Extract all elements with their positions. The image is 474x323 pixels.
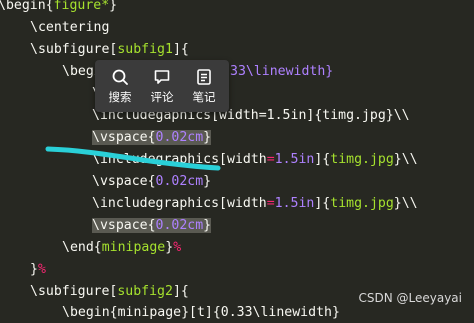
code-token: \subfigure [30, 42, 110, 57]
code-token: minipage [101, 240, 166, 255]
code-token: 0.02cm [155, 218, 204, 233]
watermark: CSDN @Leeyayai [358, 291, 462, 305]
code-token: ]{ [314, 196, 331, 211]
code-line: \includegraphics[width=1.5in]{timg.jpg}\… [92, 194, 418, 214]
code-token: } [203, 174, 212, 189]
search-icon [112, 69, 128, 85]
code-token: { [93, 240, 102, 255]
code-token: \begin [0, 0, 46, 13]
code-token: \vspace [92, 218, 148, 233]
code-line: \begin{minipage}[t]{0.33\linewidth} [62, 303, 340, 323]
notes-button[interactable]: 笔记 [184, 62, 224, 110]
code-token: 0.02cm [155, 130, 204, 145]
code-line-highlighted: \vspace{0.02cm} [92, 216, 212, 236]
code-token: width [227, 152, 267, 167]
code-token: timg.jpg [330, 152, 394, 167]
code-token: { [180, 284, 189, 299]
code-token: \end [62, 240, 94, 255]
code-token: ]{ [314, 152, 331, 167]
code-token: = [266, 196, 275, 211]
code-line-fragment: 33\linewidth} [230, 62, 333, 82]
code-token: \includegraphics [92, 196, 220, 211]
code-token: { [147, 130, 156, 145]
code-token: \vspace [92, 174, 148, 189]
code-token: 1.5in [274, 152, 315, 167]
code-token: { [147, 174, 156, 189]
code-token: 33\linewidth} [230, 64, 334, 79]
code-token: figure* [53, 0, 110, 13]
code-token: timg.jpg [330, 196, 394, 211]
code-token: } [165, 240, 174, 255]
code-token: = [266, 152, 275, 167]
code-token: \subfigure [30, 284, 110, 299]
notes-label: 笔记 [192, 89, 216, 104]
code-token: [ [219, 196, 227, 211]
selection-context-toolbar: 搜索 评论 笔记 [95, 60, 229, 112]
code-token: % [173, 240, 182, 255]
comment-button[interactable]: 评论 [142, 62, 182, 110]
code-line: \subfigure[subfig1]{ [30, 40, 189, 60]
code-line: \vspace{0.02cm} [92, 172, 211, 192]
search-label: 搜索 [108, 89, 132, 104]
code-token: }\\ [393, 152, 418, 167]
code-token: ] [172, 284, 181, 299]
code-token: 0.02cm [155, 174, 204, 189]
code-token: \centering [30, 20, 110, 35]
code-token: { [147, 218, 156, 233]
code-token: }\\ [393, 196, 418, 211]
code-editor[interactable]: \begin{figure*} \centering \subfigure[su… [0, 0, 474, 320]
code-line: \begin{figure*} [0, 0, 117, 16]
code-token: \begin{minipage}[t]{0.33\linewidth} [62, 305, 340, 320]
code-token: [ [219, 152, 227, 167]
code-token: % [37, 262, 46, 277]
code-line-selected: \vspace{0.02cm} [92, 128, 212, 148]
code-line: }% [30, 260, 46, 280]
code-token: } [203, 130, 212, 145]
code-token: { [45, 0, 54, 13]
code-line: \subfigure[subfig2]{ [30, 282, 189, 302]
code-token: \vspace [92, 130, 148, 145]
code-token: subfig2 [117, 284, 173, 299]
code-line: \end{minipage}% [62, 238, 181, 258]
code-token: } [203, 218, 212, 233]
note-icon [197, 68, 211, 85]
code-token: 1.5in [274, 196, 315, 211]
code-token: } [30, 262, 38, 277]
code-token: { [180, 42, 189, 57]
code-line: \centering [30, 18, 109, 38]
search-button[interactable]: 搜索 [100, 62, 140, 110]
code-line: \includegraphics[width=1.5in]{timg.jpg}\… [92, 150, 418, 170]
code-token: subfig1 [117, 42, 173, 57]
code-token: ] [172, 42, 181, 57]
code-token: \includegraphics [92, 152, 220, 167]
comment-icon [154, 69, 170, 84]
code-token: width [227, 196, 267, 211]
code-token: } [109, 0, 118, 13]
comment-label: 评论 [150, 89, 174, 104]
